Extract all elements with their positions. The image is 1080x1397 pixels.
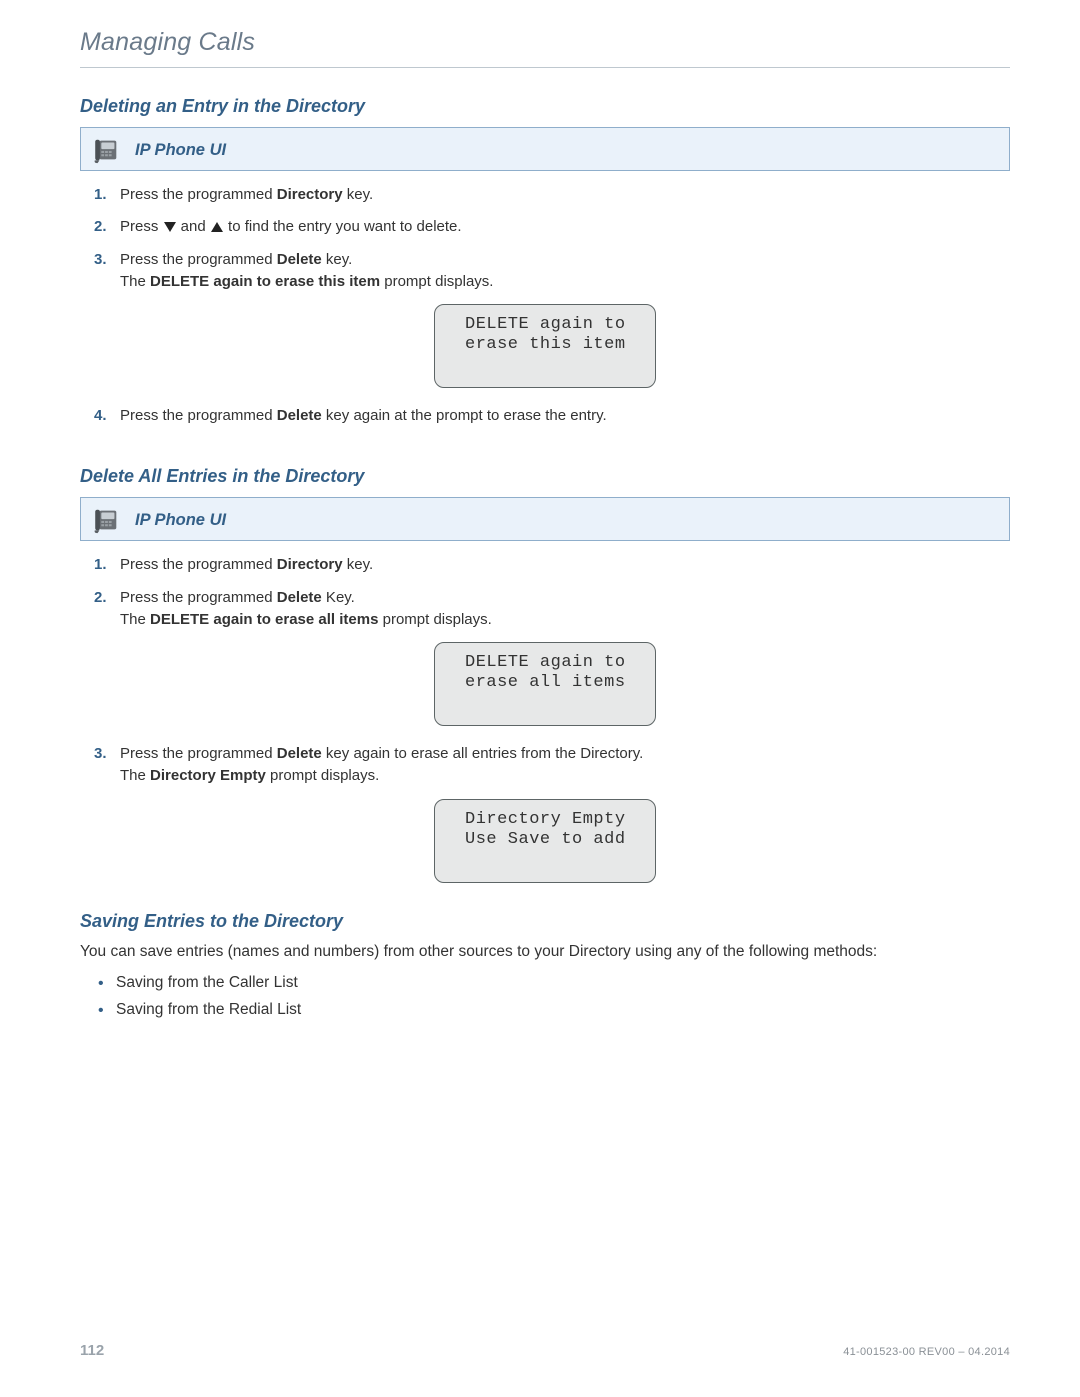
steps-delete-entry-cont: Press the programmed Delete key again at… (94, 406, 1010, 426)
ip-phone-icon (91, 505, 121, 535)
saving-intro: You can save entries (names and numbers)… (80, 942, 1010, 963)
ip-phone-ui-box: IP Phone UI (80, 127, 1010, 171)
doc-revision: 41-001523-00 REV00 – 04.2014 (843, 1346, 1010, 1358)
step: Press and to find the entry you want to … (94, 217, 1010, 237)
ip-phone-ui-box: IP Phone UI (80, 497, 1010, 541)
step-sub: The DELETE again to erase this item prom… (120, 272, 1010, 292)
list-item: Saving from the Caller List (94, 972, 1010, 994)
step: Press the programmed Directory key. (94, 555, 1010, 575)
page-number: 112 (80, 1342, 104, 1359)
lcd-screen: DELETE again to erase all items (434, 642, 656, 726)
steps-delete-all: Press the programmed Directory key. Pres… (94, 555, 1010, 630)
lcd-screen-wrap: Directory Empty Use Save to add (80, 799, 1010, 883)
section-heading-saving: Saving Entries to the Directory (80, 911, 1010, 932)
lcd-screen-wrap: DELETE again to erase all items (80, 642, 1010, 726)
ip-phone-ui-label: IP Phone UI (135, 141, 226, 160)
list-item: Saving from the Redial List (94, 999, 1010, 1021)
lcd-screen: Directory Empty Use Save to add (434, 799, 656, 883)
arrow-down-icon (164, 222, 176, 232)
step-sub: The Directory Empty prompt displays. (120, 766, 1010, 786)
steps-delete-entry: Press the programmed Directory key. Pres… (94, 185, 1010, 292)
step-sub: The DELETE again to erase all items prom… (120, 610, 1010, 630)
arrow-up-icon (211, 222, 223, 232)
lcd-screen-wrap: DELETE again to erase this item (80, 304, 1010, 388)
step: Press the programmed Delete key again at… (94, 406, 1010, 426)
section-heading-delete-all: Delete All Entries in the Directory (80, 466, 1010, 487)
divider (80, 67, 1010, 68)
step: Press the programmed Delete key. The DEL… (94, 250, 1010, 293)
step: Press the programmed Delete Key. The DEL… (94, 588, 1010, 631)
ip-phone-icon (91, 135, 121, 165)
page-footer: 112 41-001523-00 REV00 – 04.2014 (80, 1342, 1010, 1359)
step: Press the programmed Directory key. (94, 185, 1010, 205)
ip-phone-ui-label: IP Phone UI (135, 511, 226, 530)
section-heading-delete-entry: Deleting an Entry in the Directory (80, 96, 1010, 117)
chapter-title: Managing Calls (80, 28, 1010, 57)
step: Press the programmed Delete key again to… (94, 744, 1010, 787)
steps-delete-all-cont: Press the programmed Delete key again to… (94, 744, 1010, 787)
lcd-screen: DELETE again to erase this item (434, 304, 656, 388)
saving-methods-list: Saving from the Caller List Saving from … (94, 972, 1010, 1021)
